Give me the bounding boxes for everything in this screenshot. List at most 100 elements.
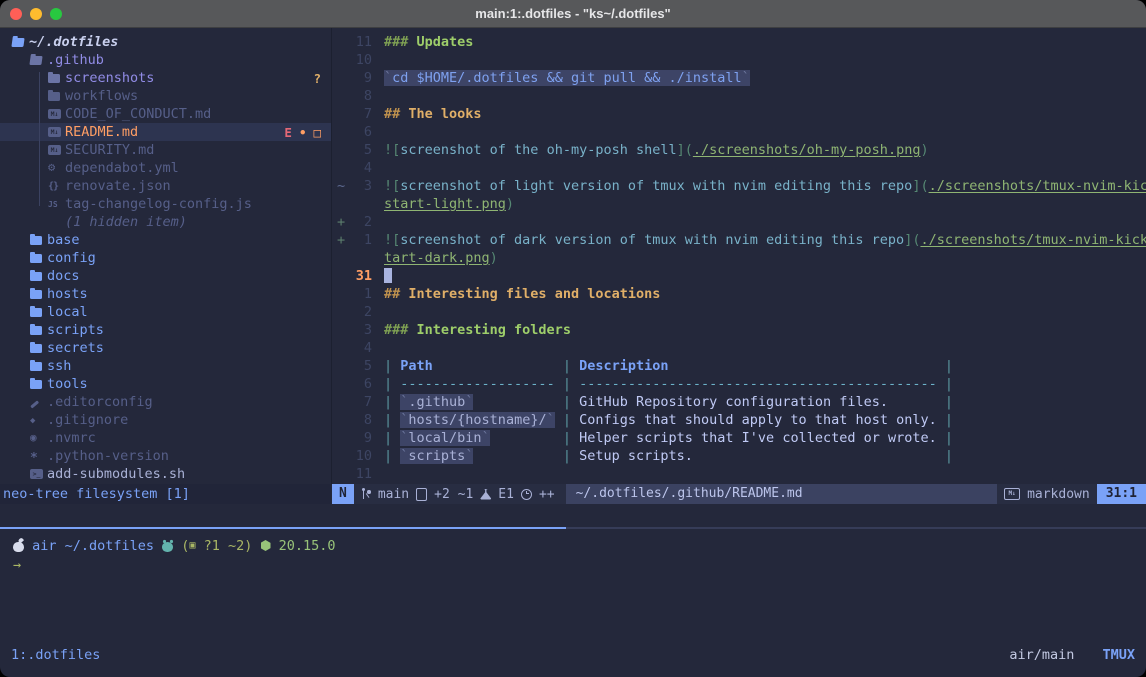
editor-line[interactable]: tart-dark.png) bbox=[332, 249, 1146, 267]
tree-item-label: .github bbox=[47, 52, 104, 68]
tree-item[interactable]: CODE_OF_CONDUCT.md bbox=[0, 105, 331, 123]
editor-line[interactable]: 10| `scripts` | Setup scripts. | bbox=[332, 447, 1146, 465]
tree-item-label: renovate.json bbox=[65, 178, 171, 194]
pending-changes-label: ++ bbox=[539, 487, 555, 502]
editor-line[interactable]: 4 bbox=[332, 339, 1146, 357]
tree-item[interactable]: workflows bbox=[0, 87, 331, 105]
tree-item-label: docs bbox=[47, 268, 80, 284]
folder-icon bbox=[30, 344, 42, 353]
titlebar[interactable]: main:1:.dotfiles - "ks~/.dotfiles" bbox=[0, 0, 1146, 28]
tmux-window-label[interactable]: 1:.dotfiles bbox=[11, 647, 100, 663]
tree-item[interactable]: hosts bbox=[0, 285, 331, 303]
pending-changes-icon bbox=[521, 489, 532, 500]
tree-item[interactable]: scripts bbox=[0, 321, 331, 339]
editor-line[interactable]: 11 bbox=[332, 465, 1146, 483]
tree-item-badges: ? bbox=[313, 71, 331, 86]
tree-item-label: local bbox=[47, 304, 88, 320]
tmux-indicator: TMUX bbox=[1102, 647, 1135, 663]
shell-input[interactable]: → bbox=[0, 555, 1146, 574]
folder-icon bbox=[30, 308, 42, 317]
editor-line[interactable]: 11### Updates bbox=[332, 33, 1146, 51]
line-number: 9 bbox=[348, 70, 372, 86]
tree-item-label: .python-version bbox=[47, 448, 169, 464]
tree-item[interactable]: tools bbox=[0, 375, 331, 393]
editor-line[interactable]: start-light.png) bbox=[332, 195, 1146, 213]
tree-item-label: tools bbox=[47, 376, 88, 392]
line-number: 11 bbox=[348, 34, 372, 50]
tree-item[interactable]: .python-version bbox=[0, 447, 331, 465]
tree-item[interactable]: .gitignore bbox=[0, 411, 331, 429]
line-number: 2 bbox=[348, 214, 372, 230]
editor-line[interactable]: 10 bbox=[332, 51, 1146, 69]
cursor-position: 31:1 bbox=[1097, 484, 1146, 504]
editor-line[interactable]: 5| Path | Description | bbox=[332, 357, 1146, 375]
tree-item[interactable]: tag-changelog-config.js bbox=[0, 195, 331, 213]
tree-item[interactable]: docs bbox=[0, 267, 331, 285]
editor-line[interactable]: 6 bbox=[332, 123, 1146, 141]
tree-item[interactable]: local bbox=[0, 303, 331, 321]
folder-open-icon bbox=[11, 38, 24, 47]
gutter-sign: + bbox=[332, 232, 348, 248]
tree-item[interactable]: (1 hidden item) bbox=[0, 213, 331, 231]
editor-line[interactable]: 3 ### Interesting folders bbox=[332, 321, 1146, 339]
close-button[interactable] bbox=[10, 8, 22, 20]
tree-item-label: screenshots bbox=[65, 70, 154, 86]
window-title: main:1:.dotfiles - "ks~/.dotfiles" bbox=[0, 0, 1146, 27]
line-number: 2 bbox=[348, 304, 372, 320]
editor-line[interactable]: 1## Interesting files and locations bbox=[332, 285, 1146, 303]
tree-item[interactable]: .editorconfig bbox=[0, 393, 331, 411]
line-number: 1 bbox=[348, 286, 372, 302]
pane-border-active bbox=[0, 527, 566, 529]
tree-item-label: tag-changelog-config.js bbox=[65, 196, 252, 212]
tree-item[interactable]: screenshots? bbox=[0, 69, 331, 87]
line-number: 3 bbox=[348, 322, 372, 338]
tree-item[interactable]: SECURITY.md bbox=[0, 141, 331, 159]
folder-icon bbox=[30, 362, 42, 371]
editor-line[interactable]: 2 bbox=[332, 303, 1146, 321]
editor-buffer[interactable]: 11### Updates109`cd $HOME/.dotfiles && g… bbox=[332, 28, 1146, 484]
tree-item[interactable]: dependabot.yml bbox=[0, 159, 331, 177]
tree-item[interactable]: .nvmrc bbox=[0, 429, 331, 447]
editor-line[interactable]: 7| `.github` | GitHub Repository configu… bbox=[332, 393, 1146, 411]
tree-item[interactable]: README.mdE•□ bbox=[0, 123, 331, 141]
line-text: ### Interesting folders bbox=[384, 322, 571, 338]
tree-item[interactable]: base bbox=[0, 231, 331, 249]
editor-line[interactable]: 8| `hosts/{hostname}/` | Configs that sh… bbox=[332, 411, 1146, 429]
tree-item[interactable]: .github bbox=[0, 51, 331, 69]
editor-line[interactable]: 9`cd $HOME/.dotfiles && git pull && ./in… bbox=[332, 69, 1146, 87]
editor-line[interactable]: 6| ------------------- | ---------------… bbox=[332, 375, 1146, 393]
line-number: 6 bbox=[348, 376, 372, 392]
editor-line[interactable]: +1![screenshot of dark version of tmux w… bbox=[332, 231, 1146, 249]
folder-icon bbox=[30, 290, 42, 299]
editor-line[interactable]: +2 bbox=[332, 213, 1146, 231]
line-text: | `local/bin` | Helper scripts that I've… bbox=[384, 430, 953, 446]
editor-line[interactable]: 8 bbox=[332, 87, 1146, 105]
tree-item[interactable]: ssh bbox=[0, 357, 331, 375]
shell-pane[interactable]: air ~/.dotfiles ( ?1 ~2) 20.15.0 → bbox=[0, 536, 1146, 574]
neotree-sidebar: ~/.dotfiles.githubscreenshots?workflowsC… bbox=[0, 28, 331, 484]
line-text: ## The looks bbox=[384, 106, 482, 122]
line-number: 11 bbox=[348, 466, 372, 482]
tree-item[interactable]: ~/.dotfiles bbox=[0, 33, 331, 51]
braces-icon bbox=[48, 179, 58, 193]
tree-item[interactable]: secrets bbox=[0, 339, 331, 357]
tree-item[interactable]: add-submodules.sh bbox=[0, 465, 331, 483]
zoom-button[interactable] bbox=[50, 8, 62, 20]
editor-line[interactable]: 9| `local/bin` | Helper scripts that I'v… bbox=[332, 429, 1146, 447]
minimize-button[interactable] bbox=[30, 8, 42, 20]
hex-icon bbox=[30, 431, 37, 445]
editor-line[interactable]: 4 bbox=[332, 159, 1146, 177]
folder-icon bbox=[48, 74, 60, 83]
editor-line[interactable]: ~3![screenshot of light version of tmux … bbox=[332, 177, 1146, 195]
tree-item[interactable]: config bbox=[0, 249, 331, 267]
editor-line[interactable]: 7## The looks bbox=[332, 105, 1146, 123]
tree-item[interactable]: renovate.json bbox=[0, 177, 331, 195]
statusline: N main +2 ~1 E1 ++ ~/.dotfiles/.github/R… bbox=[332, 484, 1146, 504]
tmux-pane-border[interactable] bbox=[0, 527, 1146, 529]
git-branch-icon bbox=[361, 488, 371, 501]
line-number: 3 bbox=[348, 178, 372, 194]
editor-line[interactable]: 31 bbox=[332, 267, 1146, 285]
diagnostics-count: E1 bbox=[498, 487, 514, 502]
editor-line[interactable]: 5![screenshot of the oh-my-posh shell](.… bbox=[332, 141, 1146, 159]
apple-icon bbox=[13, 539, 24, 552]
